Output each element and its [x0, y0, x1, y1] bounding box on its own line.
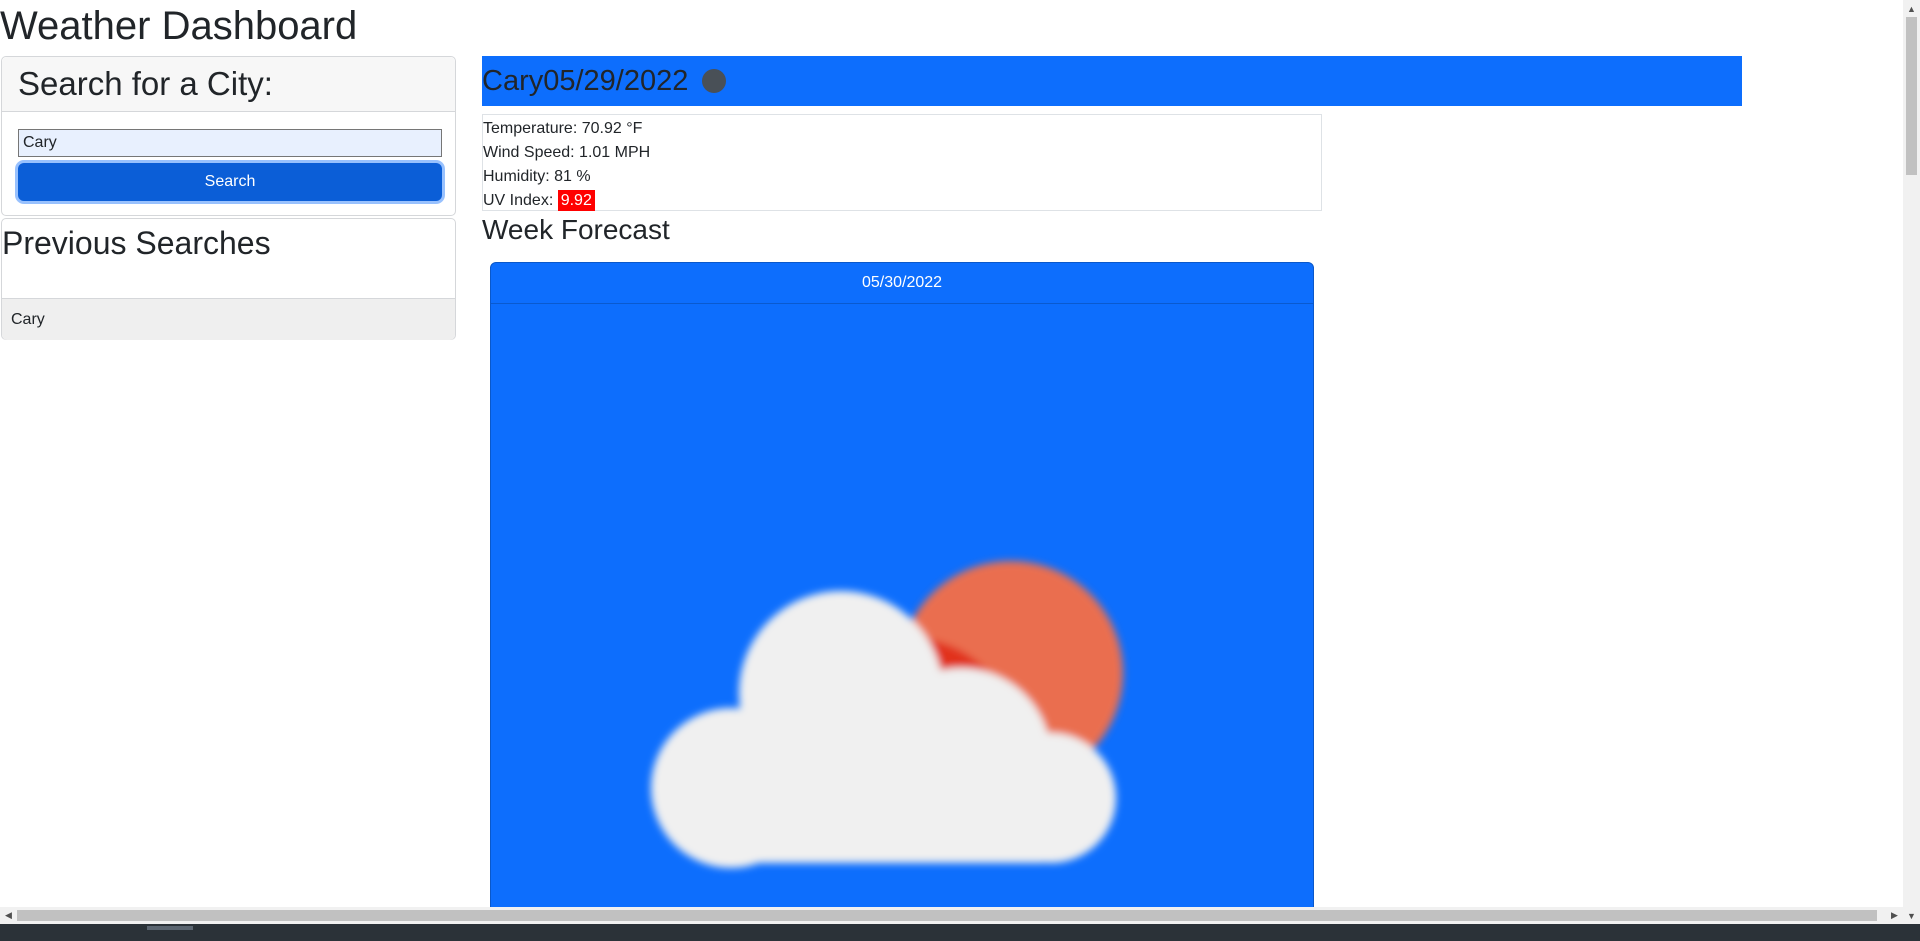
- page-title: Weather Dashboard: [0, 4, 358, 48]
- uv-index-badge: 9.92: [557, 190, 595, 211]
- weather-status-icon: [702, 69, 727, 93]
- current-weather-details: Temperature: 70.92 °F Wind Speed: 1.01 M…: [482, 114, 1322, 211]
- vertical-scroll-thumb[interactable]: [1906, 17, 1917, 175]
- uv-index-row: UV Index: 9.92: [483, 189, 1321, 213]
- scroll-up-icon[interactable]: ▲: [1903, 0, 1920, 17]
- city-search-input[interactable]: [18, 129, 442, 157]
- forecast-date: 05/30/2022: [491, 263, 1313, 304]
- current-weather-header: Cary05/29/2022: [482, 56, 1742, 106]
- current-weather-heading: Cary05/29/2022: [482, 64, 727, 98]
- forecast-card: 05/30/2022: [490, 262, 1314, 922]
- search-button[interactable]: Search: [18, 163, 442, 201]
- taskbar: [0, 924, 1920, 941]
- search-card: Search for a City: Search: [1, 56, 456, 216]
- horizontal-scrollbar[interactable]: ◀ ▶: [0, 907, 1903, 924]
- taskbar-indicator[interactable]: [147, 926, 193, 930]
- temperature-label: Temperature: 70.92 °F: [483, 120, 643, 137]
- humidity-label: Humidity: 81 %: [483, 168, 591, 185]
- uv-index-label: UV Index:: [483, 192, 558, 209]
- wind-speed-label: Wind Speed: 1.01 MPH: [483, 144, 651, 161]
- previous-search-item[interactable]: Cary: [2, 298, 455, 340]
- previous-searches-card: Previous Searches Cary: [1, 218, 456, 340]
- search-card-header: Search for a City:: [2, 57, 455, 112]
- horizontal-scroll-thumb[interactable]: [17, 910, 1877, 921]
- partly-cloudy-icon: [651, 561, 1123, 868]
- scroll-left-icon[interactable]: ◀: [0, 907, 17, 924]
- week-forecast-title: Week Forecast: [482, 214, 670, 245]
- city-date-label: Cary05/29/2022: [482, 64, 689, 97]
- scroll-right-icon[interactable]: ▶: [1886, 907, 1903, 924]
- vertical-scrollbar[interactable]: ▲ ▼: [1903, 0, 1920, 924]
- scroll-down-icon[interactable]: ▼: [1903, 907, 1920, 924]
- search-heading: Search for a City:: [18, 65, 273, 102]
- previous-searches-title: Previous Searches: [2, 225, 271, 261]
